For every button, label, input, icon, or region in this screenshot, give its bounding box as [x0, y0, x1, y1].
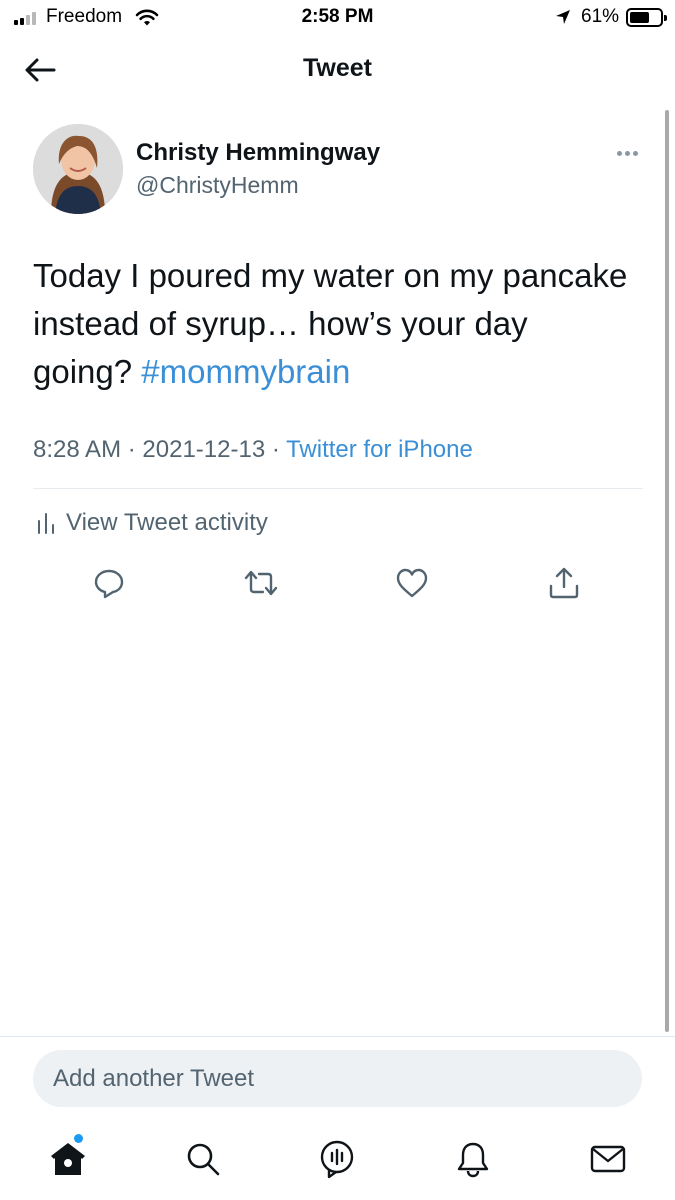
tweet-date[interactable]: 2021-12-13 [142, 436, 265, 463]
share-button[interactable] [544, 563, 584, 603]
meta-separator: · [271, 436, 280, 463]
meta-separator: · [127, 436, 136, 463]
search-icon [187, 1143, 220, 1176]
mail-icon [590, 1145, 626, 1173]
more-options-button[interactable] [610, 141, 644, 165]
status-time: 2:58 PM [301, 6, 374, 27]
tab-search[interactable] [178, 1134, 228, 1184]
tab-notifications[interactable] [448, 1134, 498, 1184]
bell-icon [457, 1142, 489, 1178]
tweet-source-link[interactable]: Twitter for iPhone [286, 436, 473, 463]
header: Tweet [0, 40, 675, 100]
author-handle[interactable]: @ChristyHemm [136, 172, 299, 199]
reply-icon [94, 569, 124, 599]
divider [0, 1036, 675, 1037]
avatar-image [33, 124, 123, 214]
like-button[interactable] [392, 563, 432, 603]
location-arrow-icon [556, 10, 570, 24]
tweet-text: Today I poured my water on my pancake in… [33, 252, 633, 396]
heart-icon [396, 568, 428, 598]
hashtag-link[interactable]: #mommybrain [141, 353, 350, 390]
tweet-detail-screen: Freedom 2:58 PM 61% Tweet Christy Hemmin… [0, 0, 675, 1200]
divider [33, 488, 643, 489]
add-another-tweet-input[interactable] [33, 1050, 642, 1107]
tab-bar [0, 1130, 675, 1190]
page-title: Tweet [303, 54, 372, 82]
retweet-icon [244, 570, 278, 596]
tweet-actions [0, 563, 675, 607]
more-horizontal-icon [616, 150, 622, 156]
notification-dot [74, 1134, 83, 1143]
activity-bars-icon [38, 513, 54, 534]
author-name[interactable]: Christy Hemmingway [136, 139, 380, 167]
tab-home[interactable] [43, 1134, 93, 1184]
reply-button[interactable] [89, 563, 129, 603]
retweet-button[interactable] [241, 563, 281, 603]
status-bar: Freedom 2:58 PM 61% [0, 0, 675, 36]
view-tweet-activity-button[interactable]: View Tweet activity [36, 505, 268, 541]
tweet-time[interactable]: 8:28 AM [33, 436, 121, 463]
battery-percent: 61% [581, 6, 620, 27]
tab-messages[interactable] [583, 1134, 633, 1184]
home-icon [51, 1143, 85, 1175]
tweet-meta: 8:28 AM · 2021-12-13 · Twitter for iPhon… [33, 436, 473, 464]
spaces-icon [320, 1140, 354, 1179]
activity-label: View Tweet activity [66, 509, 268, 536]
share-icon [549, 567, 579, 599]
battery-icon [626, 8, 667, 27]
avatar[interactable] [33, 124, 123, 214]
tab-spaces[interactable] [312, 1134, 362, 1184]
